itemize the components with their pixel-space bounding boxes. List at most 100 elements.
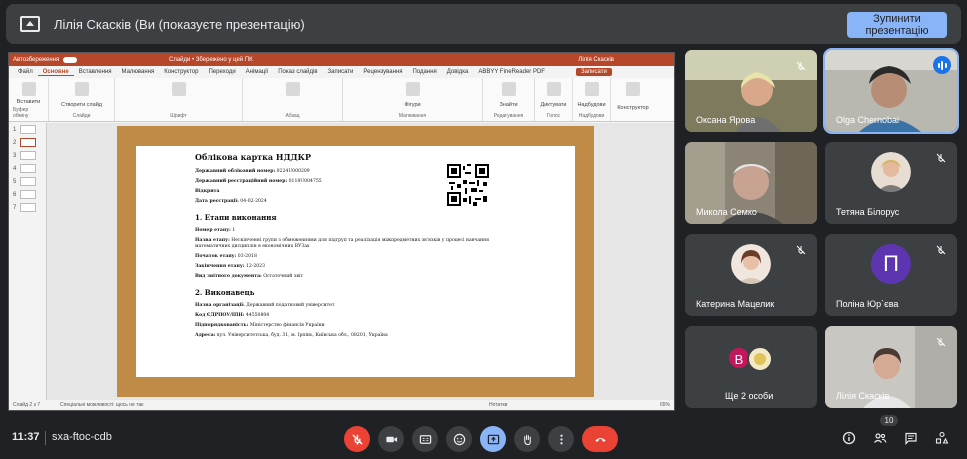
ribbon-tab[interactable]: Анімації [241, 69, 274, 75]
participant-tile[interactable]: Катерина Мацелик [685, 234, 817, 316]
ribbon-item: Конструктор [617, 104, 649, 111]
ribbon-group-paragraph: Абзац [243, 78, 343, 121]
ppt-file-title: Слайди • Збережено у цей ПК [169, 56, 253, 63]
new-slide-icon[interactable] [74, 82, 89, 96]
people-button[interactable] [871, 429, 889, 447]
ribbon-group-label: Голос [546, 113, 561, 119]
ribbon-group-voice: Диктувати Голос [535, 78, 573, 121]
camera-toggle-button[interactable] [378, 426, 404, 452]
shared-screen: Автозбереження Слайди • Збережено у цей … [8, 52, 675, 411]
activities-icon [935, 431, 949, 444]
font-icon[interactable] [171, 82, 186, 96]
ribbon-item: Створити слайд [61, 101, 102, 108]
emoji-icon [453, 433, 465, 445]
thumb-number: 2 [13, 139, 17, 146]
slide-thumb-active[interactable]: 2 [9, 136, 46, 149]
thumb-number: 4 [13, 165, 17, 172]
ppt-statusbar: Слайд 2 з 7 Спеціальні можливості: щось … [9, 400, 674, 410]
meeting-code: sxa-ftoc-cdb [52, 431, 112, 443]
ribbon-tab[interactable]: Рецензування [358, 69, 407, 75]
chat-button[interactable] [902, 429, 920, 447]
more-participants-label: Ще 2 особи [725, 391, 774, 401]
slide-thumb[interactable]: 3 [9, 149, 46, 162]
meeting-info-button[interactable] [840, 429, 858, 447]
ribbon-tab[interactable]: Переходи [203, 69, 240, 75]
ribbon-tab[interactable]: Малювання [117, 69, 160, 75]
addins-icon[interactable] [584, 82, 599, 96]
accessibility-status[interactable]: Спеціальні можливості: щось не так [60, 402, 143, 408]
shapes-icon[interactable] [405, 82, 420, 96]
designer-icon[interactable] [626, 82, 640, 96]
slide-counter: Слайд 2 з 7 [13, 402, 41, 408]
activities-button[interactable] [933, 429, 951, 447]
raise-hand-button[interactable] [514, 426, 540, 452]
paste-icon[interactable] [21, 82, 36, 96]
participant-count-badge: 10 [880, 415, 898, 426]
ribbon-group-font: Шрифт [115, 78, 243, 121]
ribbon-tab[interactable]: Вставлення [74, 69, 117, 75]
present-now-button[interactable] [480, 426, 506, 452]
slide-thumb[interactable]: 5 [9, 175, 46, 188]
doc-line: Номер етапу: 1 [195, 228, 236, 233]
slide-thumb[interactable]: 4 [9, 162, 46, 175]
autosave-label: Автозбереження [13, 56, 60, 63]
ribbon-tab-active[interactable]: Основне [37, 69, 74, 76]
divider [45, 431, 46, 445]
participant-avatar [747, 346, 773, 372]
stop-presenting-button[interactable]: Зупинити презентацію [847, 12, 947, 38]
participant-tile[interactable]: П Поліна Юр`єва [825, 234, 957, 316]
ribbon-group-clipboard: Вставити Буфер обміну [9, 78, 49, 121]
muted-mic-icon [933, 334, 949, 350]
paragraph-icon[interactable] [285, 82, 300, 96]
reactions-button[interactable] [446, 426, 472, 452]
ribbon-item: Надбудови [577, 101, 606, 108]
ribbon-item: Знайти [499, 101, 518, 108]
captions-icon [419, 434, 431, 444]
ribbon-group-label: Буфер обміну [13, 107, 29, 119]
find-icon[interactable] [501, 82, 516, 96]
mic-toggle-button[interactable] [344, 426, 370, 452]
ribbon-tab[interactable]: Показ слайдів [273, 69, 322, 75]
current-slide[interactable]: Облікова картка НДДКР Державний облікови… [117, 126, 594, 397]
dictate-icon[interactable] [546, 82, 561, 96]
autosave-toggle[interactable] [63, 56, 78, 63]
slide-thumb[interactable]: 1 [9, 123, 46, 136]
muted-mic-icon [933, 150, 949, 166]
participant-name: Катерина Мацелик [696, 299, 775, 309]
more-vert-icon [559, 434, 563, 444]
ribbon-group-editing: Знайти Редагування [483, 78, 535, 121]
zoom-level[interactable]: 65% [660, 402, 670, 408]
slide-thumb[interactable]: 6 [9, 188, 46, 201]
more-participants-tile[interactable]: В Ще 2 особи [685, 326, 817, 408]
participant-tile[interactable]: Olga Chernobai [823, 48, 959, 134]
participant-tile[interactable]: Тетяна Білорус [825, 142, 957, 224]
ribbon-tab[interactable]: Подання [408, 69, 442, 75]
doc-line: Код ЄДРПОУ/ІПН: 44550804 [195, 313, 270, 318]
meet-window: Лілія Скасків (Ви (показуєте презентацію… [0, 0, 967, 459]
self-tile[interactable]: Лілія Скаскiв [825, 326, 957, 408]
chat-icon [905, 432, 917, 445]
ribbon-tab[interactable]: Конструктор [159, 69, 203, 75]
participant-tile[interactable]: Оксана Ярова [685, 50, 817, 132]
slide-thumb[interactable]: 7 [9, 201, 46, 214]
doc-line: Вид звітного документа: Остаточний звіт [195, 274, 303, 279]
ribbon-group-label: Слайди [72, 113, 91, 119]
ribbon-tab[interactable]: ABBYY FineReader PDF [473, 69, 550, 75]
ribbon-tab[interactable]: Довідка [442, 69, 474, 75]
doc-line: Назва етапу: Нескінченні групи з обмежен… [195, 238, 490, 249]
participant-tile[interactable]: Микола Семко [685, 142, 817, 224]
captions-button[interactable] [412, 426, 438, 452]
speaking-indicator-icon [933, 56, 951, 74]
leave-call-button[interactable] [582, 426, 618, 452]
notes-toggle[interactable]: Нотатки [489, 402, 507, 408]
ribbon-tab[interactable]: Файл [13, 69, 38, 75]
participant-avatar [731, 244, 771, 284]
doc-line: Підпорядкованість: Міністерство фінансів… [195, 323, 325, 328]
record-button[interactable]: Записати [575, 68, 612, 76]
ppt-titlebar: Автозбереження Слайди • Збережено у цей … [9, 53, 674, 66]
thumb-number: 1 [13, 126, 17, 133]
more-options-button[interactable] [548, 426, 574, 452]
ribbon-tab[interactable]: Записати [323, 69, 359, 75]
participant-avatar [871, 152, 911, 192]
ribbon-item: Вставити [16, 98, 41, 105]
